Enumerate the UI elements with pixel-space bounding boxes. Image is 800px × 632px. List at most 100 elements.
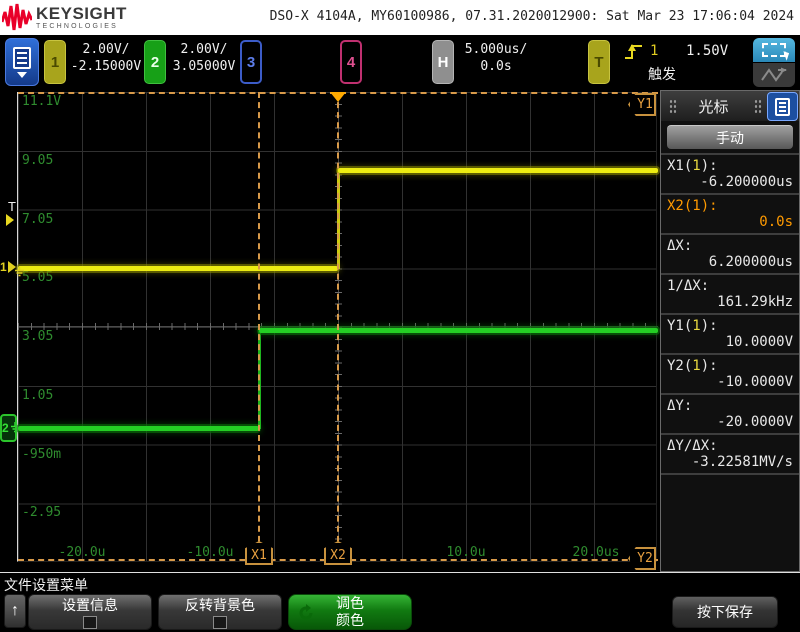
palette-label-bottom: 颜色 — [336, 612, 364, 629]
ch1-ground-marker[interactable]: 1 — [0, 257, 25, 277]
cursor-x2-flag[interactable]: X2 — [324, 541, 352, 565]
cursor-x2-value: 0.0s — [759, 214, 793, 230]
horizontal-values[interactable]: 5.000us/ 0.0s — [456, 41, 536, 75]
delta-x-value: 6.200000us — [709, 254, 793, 270]
y-axis-label: -950m — [22, 447, 61, 462]
waveform-drag-button[interactable] — [753, 63, 795, 87]
zone-touch-button[interactable] — [753, 38, 795, 62]
oscilloscope-screen: KEYSIGHT TECHNOLOGIES DSO-X 4104A, MY601… — [0, 0, 800, 632]
channel-2-values[interactable]: 2.00V/ 3.05000V — [164, 41, 244, 75]
back-button[interactable]: ↑ — [4, 594, 26, 628]
wave-arrow-icon — [760, 67, 788, 83]
refresh-icon — [297, 604, 315, 622]
drag-grip-icon — [754, 99, 762, 113]
trigger-level: 1.50V — [686, 43, 728, 59]
ground-icon — [14, 267, 25, 277]
delta-y-value: -20.0000V — [717, 414, 793, 430]
cursors-menu-button[interactable] — [767, 92, 798, 121]
chevron-down-icon — [17, 72, 27, 78]
y-axis-label: -2.95 — [22, 505, 61, 520]
main-menu-button[interactable] — [5, 38, 39, 86]
instrument-title: DSO-X 4104A, MY60100986, 07.31.202001290… — [270, 9, 794, 24]
rising-edge-icon — [624, 42, 644, 62]
ch2-trace-low — [18, 426, 259, 431]
channel-4-badge[interactable]: 4 — [340, 40, 362, 84]
palette-button[interactable]: 调色 颜色 — [288, 594, 412, 630]
y-axis-label: 5.05 — [22, 270, 53, 285]
channel-2-offset: 3.05000V — [164, 58, 244, 75]
cursor-row-delta-x[interactable]: ΔX: 6.200000us — [661, 233, 799, 273]
menu-list-icon — [775, 98, 790, 116]
cursor-row-y1[interactable]: Y1(1): 10.0000V — [661, 313, 799, 353]
setup-info-checkbox[interactable] — [83, 616, 97, 629]
waveform-display: 11.1V 9.05 7.05 5.05 3.05 1.05 -950m -2.… — [17, 92, 657, 562]
slope-value: -3.22581MV/s — [692, 454, 793, 470]
x-axis-label: 10.0u — [446, 545, 485, 560]
cursor-y1-value: 10.0000V — [726, 334, 793, 350]
trigger-level-label: T — [8, 199, 16, 214]
trigger-time-marker[interactable] — [330, 92, 346, 102]
timebase-scale: 5.000us/ — [456, 41, 536, 58]
ch1-trace-low — [18, 266, 338, 271]
cursor-row-delta-y[interactable]: ΔY: -20.0000V — [661, 393, 799, 433]
horizontal-badge[interactable]: H — [432, 40, 454, 84]
cursor-x1-value: -6.200000us — [700, 174, 793, 190]
keysight-spark-icon — [2, 2, 32, 32]
keysight-logo: KEYSIGHT TECHNOLOGIES — [2, 2, 127, 32]
header-bar: KEYSIGHT TECHNOLOGIES DSO-X 4104A, MY601… — [0, 0, 800, 35]
x-axis-label: -20.0u — [59, 545, 106, 560]
cursor-row-y2[interactable]: Y2(1): -10.0000V — [661, 353, 799, 393]
invert-background-button[interactable]: 反转背景色 — [158, 594, 282, 630]
x-axis-label: 20.0us — [573, 545, 620, 560]
cursor-y2-flag[interactable]: Y2 — [628, 547, 656, 570]
cursor-row-x1[interactable]: X1(1): -6.200000us — [661, 153, 799, 193]
inv-delta-x-value: 161.29kHz — [717, 294, 793, 310]
y-axis-label: 9.05 — [22, 153, 53, 168]
cursor-y2-value: -10.0000V — [717, 374, 793, 390]
cursor-row-inv-delta-x[interactable]: 1/ΔX: 161.29kHz — [661, 273, 799, 313]
x-axis-label: -10.0u — [187, 545, 234, 560]
channel-1-offset: -2.15000V — [66, 58, 146, 75]
channel-2-scale: 2.00V/ — [164, 41, 244, 58]
channel-3-badge[interactable]: 3 — [240, 40, 262, 84]
ch1-trace-high — [338, 168, 658, 173]
channel-1-values[interactable]: 2.00V/ -2.15000V — [66, 41, 146, 75]
ch2-trace-high — [259, 328, 658, 333]
cursors-panel: 光标 手动 X1(1): -6.200000us X2(1): 0.0s ΔX:… — [660, 90, 800, 572]
channel-2-badge[interactable]: 2 — [144, 40, 166, 84]
ground-icon — [10, 422, 15, 434]
cursor-y1-flag[interactable]: Y1 — [628, 93, 656, 116]
menu-title: 文件设置菜单 — [4, 575, 88, 595]
cursor-x1-flag[interactable]: X1 — [245, 541, 273, 565]
cursor-row-slope[interactable]: ΔY/ΔX: -3.22581MV/s — [661, 433, 799, 473]
trigger-level-marker[interactable] — [6, 213, 14, 231]
cursors-panel-title: 光标 — [661, 96, 766, 117]
y-axis-label: 1.05 — [22, 388, 53, 403]
cursor-row-x2[interactable]: X2(1): 0.0s — [661, 193, 799, 233]
ch2-ground-marker[interactable]: 2 — [0, 414, 17, 442]
menu-list-icon — [13, 47, 31, 69]
trigger-source: 1 — [650, 43, 658, 59]
y-axis-label: 11.1V — [22, 94, 61, 109]
cursor-mode-button[interactable]: 手动 — [667, 125, 793, 149]
cursor-x1-line[interactable] — [258, 92, 260, 562]
brand-name: KEYSIGHT — [36, 4, 127, 24]
cursor-panel-spacer — [661, 473, 799, 571]
setup-info-button[interactable]: 设置信息 — [28, 594, 152, 630]
setup-info-label: 设置信息 — [62, 595, 118, 615]
channel-status-bar: 1 2.00V/ -2.15000V 2 2.00V/ 3.05000V 3 4… — [0, 35, 800, 90]
invert-background-label: 反转背景色 — [185, 595, 255, 615]
save-button[interactable]: 按下保存 — [672, 596, 778, 628]
softkey-bar: 文件设置菜单 ↑ 设置信息 反转背景色 调色 颜色 按下保存 — [0, 572, 800, 632]
ch2-marker-number: 2 — [2, 421, 9, 435]
channel-1-badge[interactable]: 1 — [44, 40, 66, 84]
zone-select-icon — [762, 43, 786, 57]
y-axis-label: 3.05 — [22, 329, 53, 344]
trigger-badge[interactable]: T — [588, 40, 610, 84]
timebase-delay: 0.0s — [456, 58, 536, 75]
invert-background-checkbox[interactable] — [213, 616, 227, 629]
palette-label-top: 调色 — [336, 595, 364, 612]
cursor-x2-line[interactable] — [337, 92, 339, 562]
y-axis-label: 7.05 — [22, 212, 53, 227]
trigger-mode-label: 触发 — [648, 64, 676, 84]
